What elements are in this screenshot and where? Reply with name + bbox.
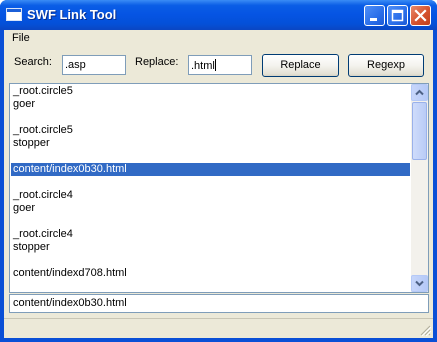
search-input-value: .asp (65, 59, 86, 71)
chevron-up-icon (415, 89, 424, 96)
links-list[interactable]: _root.circle5 goer _root.circle5 stopper con… (9, 83, 429, 293)
selected-link-field[interactable]: content/index0b30.html (9, 294, 429, 313)
list-item[interactable] (11, 215, 410, 228)
links-list-content: _root.circle5 goer _root.circle5 stopper con… (10, 84, 411, 292)
scroll-thumb[interactable] (412, 102, 427, 160)
status-bar (4, 318, 433, 338)
close-icon (414, 9, 427, 22)
app-window-icon (6, 8, 22, 21)
search-label: Search: (14, 56, 52, 68)
list-item-selected[interactable]: content/index0b30.html (11, 163, 410, 176)
list-item[interactable]: _root.circle4 (11, 228, 410, 241)
list-item[interactable]: _root.circle5 (11, 85, 410, 98)
selected-link-value: content/index0b30.html (13, 297, 127, 309)
list-item[interactable] (11, 150, 410, 163)
maximize-icon (391, 9, 404, 22)
list-item[interactable]: goer (11, 202, 410, 215)
search-input[interactable]: .asp (62, 55, 126, 75)
close-button[interactable] (410, 5, 431, 26)
minimize-button[interactable] (364, 5, 385, 26)
regexp-button[interactable]: Regexp (348, 54, 424, 77)
resize-grip-icon[interactable] (419, 324, 431, 336)
list-item[interactable]: goer (11, 98, 410, 111)
list-item[interactable]: stopper (11, 137, 410, 150)
replace-input[interactable]: .html (188, 55, 252, 75)
minimize-icon (370, 18, 377, 21)
replace-button[interactable]: Replace (262, 54, 339, 77)
client-area: File Search: .asp Replace: .html Replace… (4, 30, 433, 338)
app-window: SWF Link Tool File Search: .asp Replace: (0, 0, 437, 342)
chevron-down-icon (415, 280, 424, 287)
text-caret (214, 59, 216, 71)
list-item[interactable] (11, 254, 410, 267)
scroll-up-button[interactable] (411, 84, 428, 101)
scroll-down-button[interactable] (411, 275, 428, 292)
list-item[interactable]: stopper (11, 241, 410, 254)
replace-input-value: .html (191, 60, 215, 72)
title-bar[interactable]: SWF Link Tool (0, 0, 437, 30)
replace-label: Replace: (135, 56, 179, 68)
list-item[interactable]: _root.circle4 (11, 189, 410, 202)
window-title: SWF Link Tool (27, 7, 117, 22)
vertical-scrollbar[interactable] (411, 84, 428, 292)
list-item[interactable] (11, 111, 410, 124)
maximize-button[interactable] (387, 5, 408, 26)
menu-file[interactable]: File (10, 32, 32, 44)
list-item[interactable]: _root.circle5 (11, 124, 410, 137)
menu-bar: File (4, 30, 433, 48)
list-item[interactable] (11, 176, 410, 189)
list-item[interactable]: content/indexd708.html (11, 267, 410, 280)
